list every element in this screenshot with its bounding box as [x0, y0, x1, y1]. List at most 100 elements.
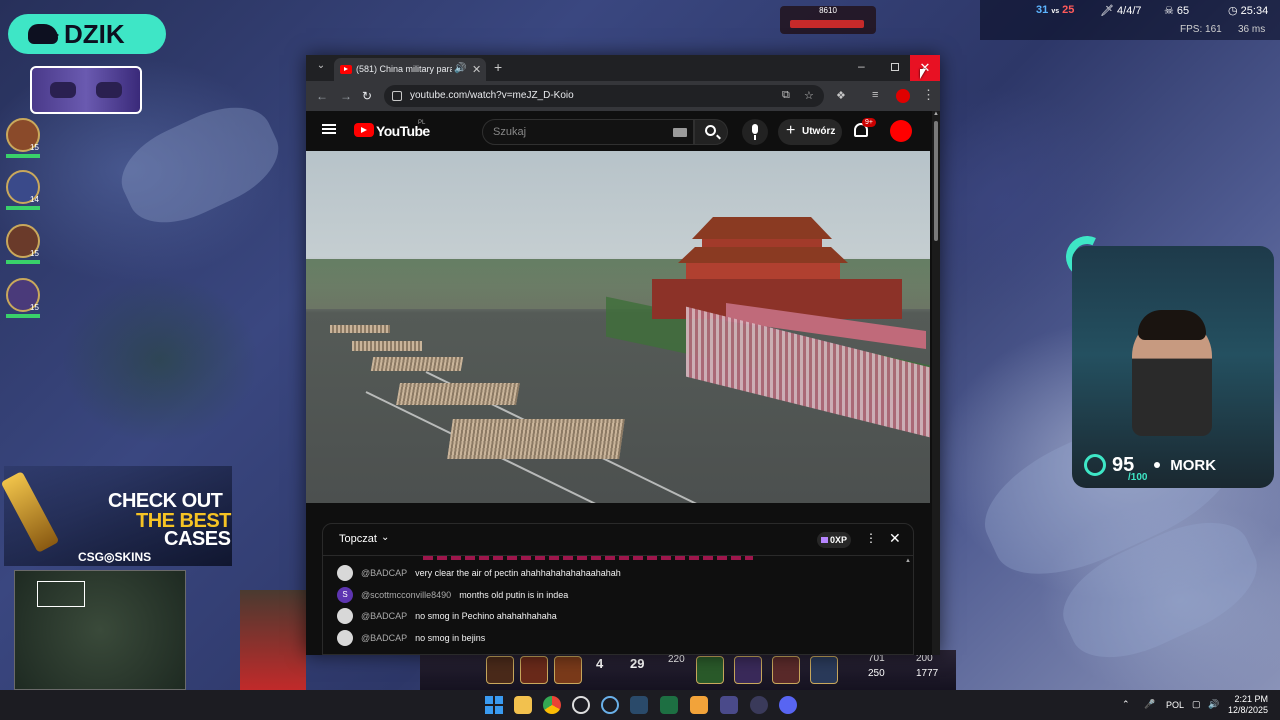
- video-player[interactable]: [306, 151, 930, 503]
- scroll-up-icon[interactable]: ▲: [933, 111, 939, 117]
- language-indicator[interactable]: POL: [1166, 700, 1184, 710]
- chevron-down-icon[interactable]: ⌄: [381, 532, 389, 543]
- extensions-icon[interactable]: ❖: [836, 89, 846, 102]
- hamburger-menu-icon[interactable]: [322, 124, 336, 134]
- item-slot[interactable]: [772, 656, 800, 684]
- boss-health-bar: [790, 20, 864, 28]
- browser-menu-icon[interactable]: ⋮: [922, 87, 935, 103]
- speaker-icon[interactable]: 🔊: [454, 63, 466, 74]
- site-settings-icon[interactable]: [392, 91, 402, 101]
- minimize-button[interactable]: –: [858, 59, 865, 73]
- display-icon[interactable]: ▢: [1192, 699, 1201, 710]
- clock-date: 12/8/2025: [1227, 705, 1268, 715]
- new-tab-button[interactable]: +: [494, 59, 502, 75]
- promo-banner[interactable]: CHECK OUT THE BEST CASES CSG◎SKINS: [0, 466, 232, 566]
- steam-icon[interactable]: [630, 696, 648, 714]
- item-slot[interactable]: [810, 656, 838, 684]
- excel-icon[interactable]: [660, 696, 678, 714]
- file-explorer-icon[interactable]: [514, 696, 532, 714]
- ability-slot[interactable]: [554, 656, 582, 684]
- microphone-icon[interactable]: 🎤: [1144, 699, 1155, 710]
- tab-strip: ⌄ (581) China military parade 🔊 ✕ + – ✕: [306, 55, 940, 81]
- streamer-webcam: 95 /100 MORK: [1072, 246, 1274, 488]
- chevron-up-icon[interactable]: ⌃: [1122, 699, 1130, 710]
- separator-dot: [1154, 462, 1161, 468]
- bookmark-star-icon[interactable]: ☆: [804, 89, 814, 102]
- streamer-name: MORK: [1170, 456, 1217, 474]
- paw-icon: [1084, 454, 1106, 476]
- ability-slot[interactable]: [486, 656, 514, 684]
- browser-tab[interactable]: (581) China military parade 🔊 ✕: [334, 58, 486, 81]
- xp-badge[interactable]: 0XP: [817, 532, 852, 548]
- back-icon[interactable]: ←: [316, 89, 328, 103]
- live-chat-panel: Topczat ⌄ 0XP ⋮ ✕ ▲ @BADCAP very clear t…: [322, 523, 914, 655]
- chat-author[interactable]: @BADCAP: [361, 633, 407, 643]
- chat-author[interactable]: @BADCAP: [361, 611, 407, 621]
- keyboard-icon[interactable]: [673, 128, 687, 137]
- ability-slot[interactable]: [520, 656, 548, 684]
- avatar: [50, 82, 76, 98]
- champion-level: 15: [30, 249, 39, 258]
- app-icon[interactable]: [690, 696, 708, 714]
- chat-author[interactable]: @BADCAP: [361, 568, 407, 578]
- plus-icon: +: [786, 122, 796, 139]
- app-icon[interactable]: [750, 696, 768, 714]
- item-slot[interactable]: [734, 656, 762, 684]
- profile-avatar[interactable]: [896, 89, 910, 103]
- forward-icon[interactable]: →: [340, 89, 352, 103]
- voice-search-button[interactable]: [742, 119, 768, 145]
- hud-stat: 250: [868, 668, 885, 679]
- chat-author[interactable]: @scottmcconville8490: [361, 590, 451, 600]
- score-blue: 31: [1036, 4, 1049, 16]
- chrome-icon[interactable]: [543, 696, 561, 714]
- toolbar: ← → ↻ youtube.com/watch?v=meJZ_D-Koio ⧉ …: [306, 81, 940, 111]
- create-button[interactable]: + Utwórz: [778, 119, 842, 145]
- reload-icon[interactable]: ↻: [362, 89, 372, 103]
- champion-level: 14: [30, 195, 39, 204]
- media-controls-icon[interactable]: ≡: [872, 89, 878, 101]
- youtube-logo-icon[interactable]: [354, 123, 374, 137]
- tab-close-icon[interactable]: ✕: [472, 63, 481, 76]
- browser-app-icon[interactable]: [572, 696, 590, 714]
- champion-health-bar: [6, 154, 40, 158]
- chat-mode-selector[interactable]: Topczat: [339, 533, 377, 545]
- item-slot[interactable]: [696, 656, 724, 684]
- start-button[interactable]: [485, 696, 503, 714]
- minimap-viewport[interactable]: [37, 581, 85, 607]
- scroll-thumb[interactable]: [934, 121, 938, 241]
- search-placeholder: Szukaj: [493, 126, 527, 138]
- search-button[interactable]: [694, 119, 728, 145]
- system-clock[interactable]: 2:21 PM 12/8/2025: [1226, 694, 1268, 716]
- webcam-stat: 95 /100 MORK: [1084, 450, 1264, 483]
- avatar: [96, 82, 122, 98]
- chat-scroll-up-icon[interactable]: ▲: [905, 558, 911, 564]
- install-app-icon[interactable]: ⧉: [782, 89, 790, 102]
- volume-icon[interactable]: 🔊: [1208, 699, 1219, 710]
- address-bar[interactable]: youtube.com/watch?v=meJZ_D-Koio ⧉ ☆: [384, 85, 824, 107]
- champion-health-bar: [6, 206, 40, 210]
- create-label: Utwórz: [802, 126, 836, 137]
- streamer-badge: DZIK: [8, 14, 166, 54]
- youtube-account-avatar[interactable]: [890, 120, 912, 142]
- taskbar: ⌃ 🎤 POL ▢ 🔊 2:21 PM 12/8/2025: [0, 690, 1280, 720]
- discord-icon[interactable]: [779, 696, 797, 714]
- hud-stat: 1777: [916, 668, 939, 679]
- boar-icon: [28, 24, 59, 44]
- chat-menu-icon[interactable]: ⋮: [865, 531, 877, 545]
- app-icon[interactable]: [720, 696, 738, 714]
- url-text[interactable]: youtube.com/watch?v=meJZ_D-Koio: [410, 90, 574, 101]
- chat-close-icon[interactable]: ✕: [889, 530, 901, 547]
- tab-title: (581) China military parade: [356, 64, 452, 74]
- maximize-button[interactable]: [891, 63, 899, 71]
- time-value: 25:34: [1240, 5, 1269, 17]
- page-scrollbar[interactable]: ▲: [932, 111, 940, 655]
- minimap[interactable]: [14, 570, 186, 690]
- xp-value: 0XP: [830, 535, 848, 545]
- knife-icon: [0, 471, 60, 553]
- search-input[interactable]: Szukaj: [482, 119, 694, 145]
- tab-search-icon[interactable]: ⌄: [312, 60, 330, 76]
- edge-icon[interactable]: [601, 696, 619, 714]
- video-troop-formation: [396, 383, 520, 405]
- champion-level: 15: [30, 303, 39, 312]
- gem-icon: [821, 537, 828, 543]
